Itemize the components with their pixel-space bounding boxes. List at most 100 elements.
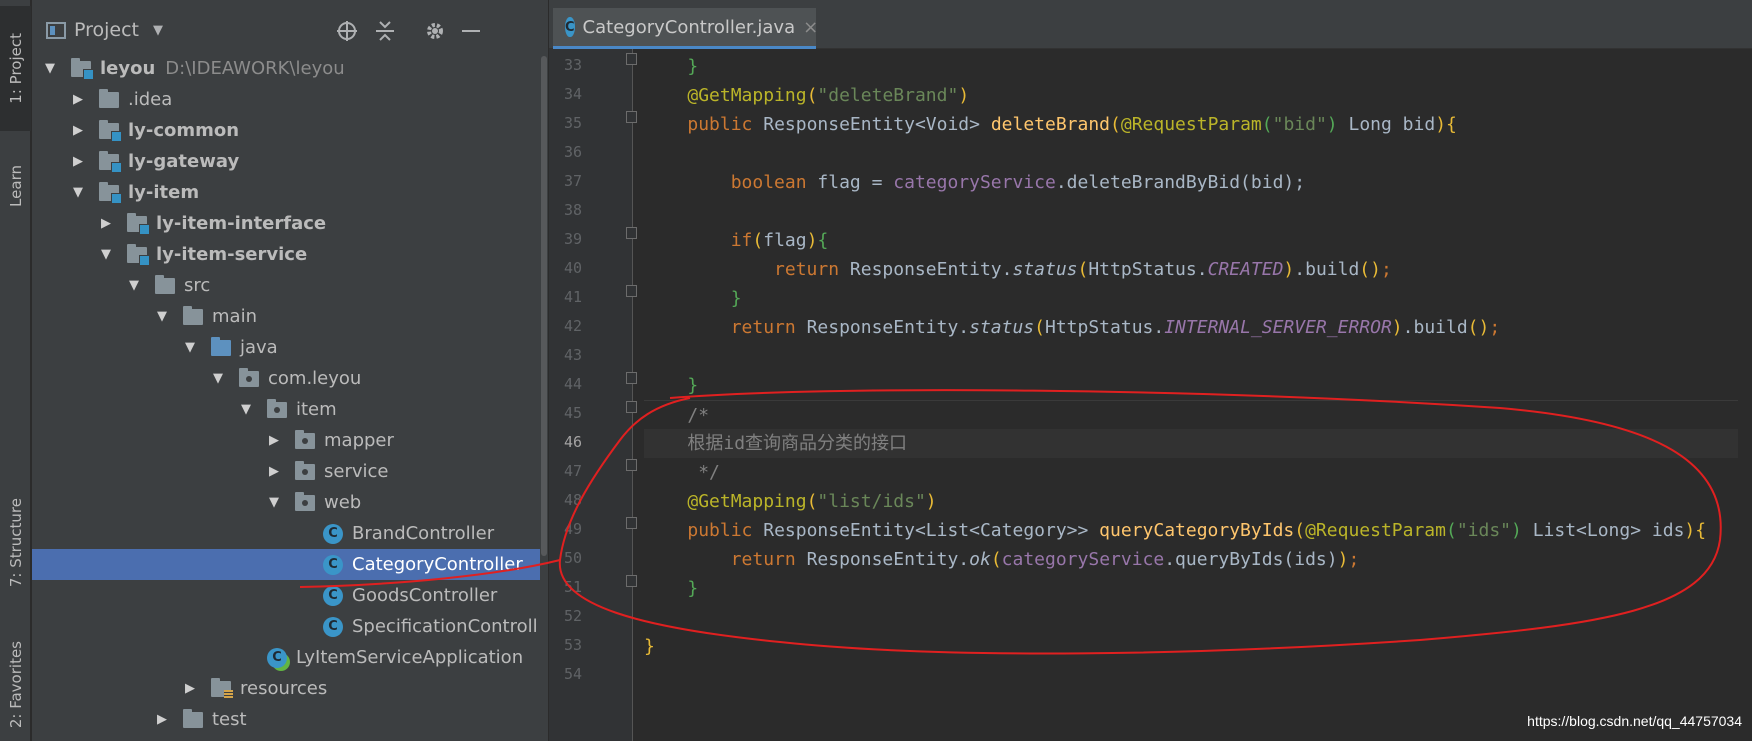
collapse-all-icon[interactable] [372, 18, 398, 44]
expanded-arrow-icon[interactable]: ▼ [98, 247, 114, 262]
fold-marker-icon[interactable] [626, 401, 637, 413]
tree-node-com-leyou[interactable]: ▼ com.leyou [32, 363, 540, 394]
tree-node-item[interactable]: ▼ item [32, 394, 540, 425]
project-panel-icon [46, 21, 66, 39]
code-token: ( [1261, 114, 1273, 135]
expanded-arrow-icon[interactable]: ▼ [126, 278, 142, 293]
favorites-tool-label: 2: Favorites [6, 640, 25, 729]
locate-icon[interactable] [334, 18, 360, 44]
code-token: if [730, 230, 753, 251]
code-token: ( [990, 549, 1002, 570]
scrollbar-thumb[interactable] [541, 56, 547, 556]
code-token: ) [958, 85, 970, 106]
code-token: { [817, 230, 829, 251]
code-token: ResponseEntity. [795, 549, 970, 570]
expanded-arrow-icon[interactable]: ▼ [70, 185, 86, 200]
expanded-arrow-icon[interactable]: ▼ [210, 371, 226, 386]
code-token: ; [1489, 317, 1501, 338]
project-view-selector[interactable]: Project ▼ [46, 19, 163, 41]
code-token: flag = [806, 172, 894, 193]
tree-node-main[interactable]: ▼ main [32, 301, 540, 332]
tree-node-specificationcontroller[interactable]: C SpecificationControll [32, 611, 540, 642]
tree-node-categorycontroller[interactable]: C CategoryController [32, 549, 540, 580]
tree-node-web[interactable]: ▼ web [32, 487, 540, 518]
collapsed-arrow-icon[interactable]: ▶ [266, 464, 282, 479]
collapsed-arrow-icon[interactable]: ▶ [70, 92, 86, 107]
expanded-arrow-icon[interactable]: ▼ [154, 309, 170, 324]
java-class-icon: C [322, 523, 344, 544]
tree-node-leyou[interactable]: ▼ leyou D:\IDEAWORK\leyou [32, 53, 540, 84]
structure-tool-button[interactable]: 7: Structure [0, 478, 31, 608]
tab-categorycontroller[interactable]: C CategoryController.java × [553, 8, 818, 49]
code-token: ( [752, 230, 764, 251]
expanded-arrow-icon[interactable]: ▼ [266, 495, 282, 510]
tree-node-idea[interactable]: ▶ .idea [32, 84, 540, 115]
project-scrollbar[interactable] [540, 52, 548, 741]
project-tool-button[interactable]: 1: Project [0, 6, 31, 131]
tree-node-java[interactable]: ▼ java [32, 332, 540, 363]
collapsed-arrow-icon[interactable]: ▶ [182, 681, 198, 696]
tree-node-resources[interactable]: ▶ resources [32, 673, 540, 704]
collapsed-arrow-icon[interactable]: ▶ [98, 216, 114, 231]
tree-node-ly-item-service[interactable]: ▼ ly-item-service [32, 239, 540, 270]
favorites-tool-button[interactable]: 2: Favorites [0, 628, 31, 741]
close-icon[interactable]: × [803, 17, 818, 38]
project-panel-title: Project [74, 19, 140, 41]
code-editor[interactable]: } @GetMapping("deleteBrand") public Resp… [644, 49, 1752, 741]
collapsed-arrow-icon[interactable]: ▶ [70, 123, 86, 138]
tree-node-service[interactable]: ▶ service [32, 456, 540, 487]
learn-tool-button[interactable]: Learn [0, 148, 31, 224]
folder-icon [154, 274, 176, 296]
tree-node-ly-item[interactable]: ▼ ly-item [32, 177, 540, 208]
code-token: /* [687, 405, 710, 426]
collapsed-arrow-icon[interactable]: ▶ [266, 433, 282, 448]
collapsed-arrow-icon[interactable]: ▶ [70, 154, 86, 169]
fold-marker-icon[interactable] [626, 575, 637, 587]
resources-folder-icon [210, 677, 233, 699]
tree-node-brandcontroller[interactable]: C BrandController [32, 518, 540, 549]
collapsed-arrow-icon[interactable]: ▶ [154, 712, 170, 727]
module-folder-icon [126, 212, 150, 235]
tree-node-goodscontroller[interactable]: C GoodsController [32, 580, 540, 611]
tree-node-ly-gateway[interactable]: ▶ ly-gateway [32, 146, 540, 177]
tree-node-ly-item-interface[interactable]: ▶ ly-item-interface [32, 208, 540, 239]
editor-scrollbar[interactable] [1738, 49, 1752, 741]
code-token: ResponseEntity. [839, 259, 1013, 280]
tree-node-mapper[interactable]: ▶ mapper [32, 425, 540, 456]
tree-node-label: resources [240, 678, 328, 699]
code-token: ) [1511, 520, 1522, 541]
tree-node-test[interactable]: ▶ test [32, 704, 540, 735]
code-line: public ResponseEntity<Void> deleteBrand(… [644, 110, 1752, 139]
tree-node-src[interactable]: ▼ src [32, 270, 540, 301]
code-line: return ResponseEntity.status(HttpStatus.… [644, 313, 1752, 342]
package-icon [238, 367, 260, 389]
fold-marker-icon[interactable] [626, 111, 637, 123]
editor-area: C CategoryController.java × 33 34 35 36 … [549, 0, 1752, 741]
code-token: ( [1294, 520, 1306, 541]
expanded-arrow-icon[interactable]: ▼ [42, 61, 58, 76]
line-number: 52 [563, 607, 582, 625]
tree-node-lyitemserviceapplication[interactable]: C LyItemServiceApplication [32, 642, 540, 673]
fold-marker-icon[interactable] [626, 517, 637, 529]
code-token: ) [806, 230, 818, 251]
expanded-arrow-icon[interactable]: ▼ [182, 340, 198, 355]
expanded-arrow-icon[interactable]: ▼ [238, 402, 254, 417]
code-token: CREATED [1207, 259, 1284, 280]
package-icon [266, 398, 288, 420]
fold-marker-icon[interactable] [626, 285, 637, 297]
gear-icon[interactable] [422, 18, 448, 44]
line-number: 48 [563, 491, 582, 509]
line-number: 40 [563, 259, 582, 277]
fold-marker-icon[interactable] [626, 372, 637, 384]
fold-marker-icon[interactable] [626, 459, 637, 471]
tree-node-ly-common[interactable]: ▶ ly-common [32, 115, 540, 146]
fold-marker-icon[interactable] [626, 227, 637, 239]
code-token: deleteBrand [990, 114, 1111, 135]
line-number: 41 [563, 288, 582, 306]
code-token: } [730, 288, 742, 309]
package-icon [294, 491, 316, 513]
fold-marker-icon[interactable] [626, 53, 637, 65]
minimize-icon[interactable] [458, 18, 484, 44]
tree-node-label: ly-item-service [156, 244, 308, 265]
code-line: boolean flag = categoryService.deleteBra… [644, 168, 1752, 197]
